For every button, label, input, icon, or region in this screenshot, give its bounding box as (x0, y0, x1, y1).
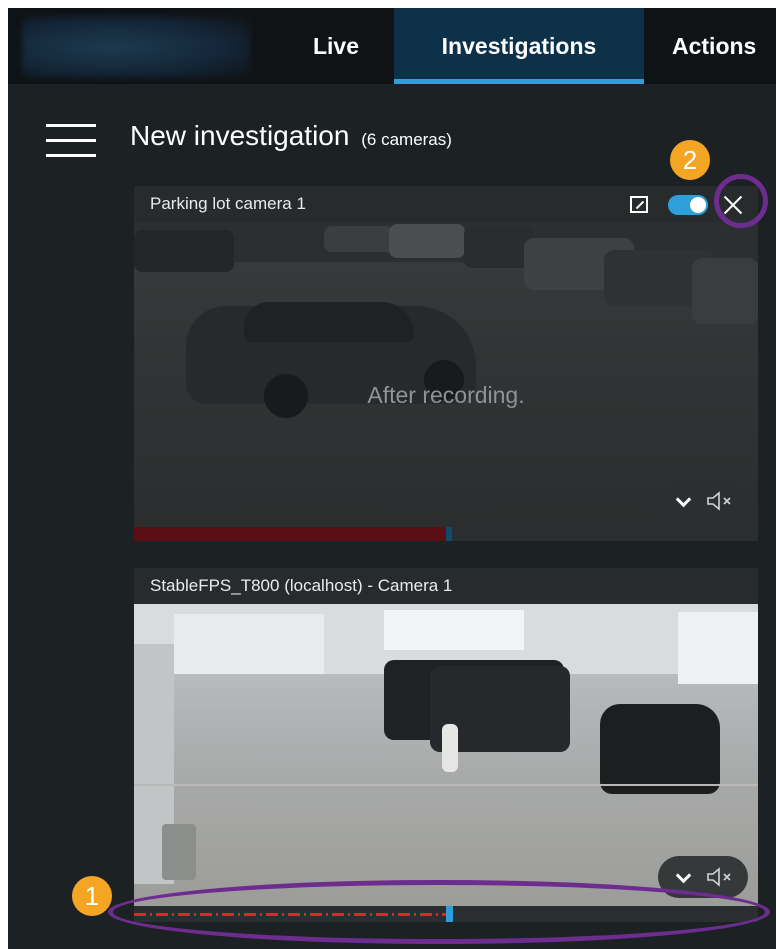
camera-status-message: After recording. (367, 382, 525, 408)
camera-count: (6 cameras) (361, 130, 452, 149)
callout-badge-1: 1 (72, 876, 112, 916)
page-title: New investigation (6 cameras) (130, 120, 452, 152)
chevron-down-icon[interactable] (674, 868, 692, 886)
app-window: Live Investigations Actions New investig… (8, 8, 776, 949)
timeline-highlight-ring (108, 880, 770, 944)
camera-tile[interactable]: Parking lot camera 1 After recording. (134, 186, 758, 527)
tab-investigations[interactable]: Investigations (394, 8, 644, 84)
speaker-muted-icon[interactable] (706, 491, 736, 511)
camera-tile[interactable]: StableFPS_T800 (localhost) - Camera 1 (134, 568, 758, 906)
timeline-bar[interactable] (134, 527, 758, 541)
close-highlight-ring (714, 174, 768, 228)
logo (22, 16, 250, 78)
callout-badge-2: 2 (670, 140, 710, 180)
timeline-playhead[interactable] (446, 527, 452, 541)
top-nav: Live Investigations Actions (8, 8, 776, 84)
investigation-name: New investigation (130, 120, 350, 151)
live-toggle[interactable] (668, 195, 708, 215)
hamburger-menu-icon[interactable] (46, 124, 96, 158)
speaker-muted-icon[interactable] (706, 867, 736, 887)
camera-name: Parking lot camera 1 (134, 186, 758, 222)
camera-video-frame: After recording. (134, 222, 758, 527)
media-controls (658, 480, 748, 522)
camera-name: StableFPS_T800 (localhost) - Camera 1 (134, 568, 758, 604)
tab-actions[interactable]: Actions (672, 8, 776, 84)
chevron-down-icon[interactable] (674, 492, 692, 510)
tab-live[interactable]: Live (286, 8, 386, 84)
timeline-recorded-range (134, 527, 446, 541)
expand-icon[interactable] (630, 196, 648, 213)
